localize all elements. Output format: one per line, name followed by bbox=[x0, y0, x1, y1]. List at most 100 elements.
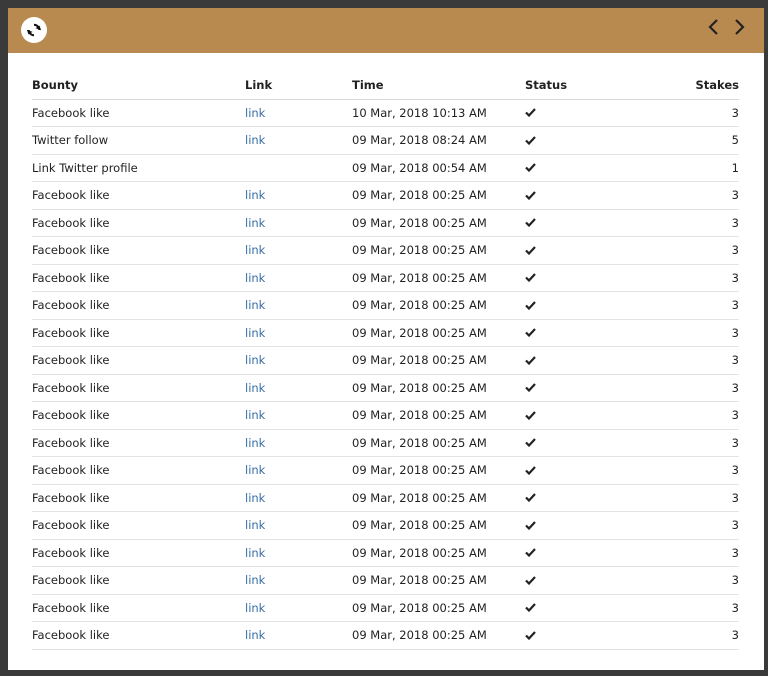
time-cell: 09 Mar, 2018 00:25 AM bbox=[352, 291, 525, 320]
stakes-cell: 3 bbox=[629, 456, 739, 485]
table-row: Facebook like link 09 Mar, 2018 00:25 AM 3 bbox=[32, 456, 739, 485]
status-cell bbox=[525, 594, 629, 622]
check-icon bbox=[525, 631, 629, 640]
time-cell: 09 Mar, 2018 00:25 AM bbox=[352, 539, 525, 567]
stakes-cell: 3 bbox=[629, 209, 739, 237]
link-cell: link bbox=[245, 401, 352, 430]
time-cell: 09 Mar, 2018 00:25 AM bbox=[352, 594, 525, 622]
bounty-link[interactable]: link bbox=[245, 326, 265, 340]
time-cell: 09 Mar, 2018 00:25 AM bbox=[352, 566, 525, 595]
check-icon bbox=[525, 411, 629, 420]
bounty-cell: Facebook like bbox=[32, 209, 245, 237]
time-cell: 09 Mar, 2018 00:54 AM bbox=[352, 154, 525, 182]
status-cell bbox=[525, 374, 629, 402]
stakes-cell: 3 bbox=[629, 181, 739, 210]
check-icon bbox=[525, 163, 629, 173]
bounty-panel: Bounty Link Time Status Stakes Facebook … bbox=[8, 8, 764, 670]
bounty-link[interactable]: link bbox=[245, 271, 265, 285]
table-row: Facebook like link 09 Mar, 2018 00:25 AM 3 bbox=[32, 291, 739, 320]
check-icon bbox=[525, 301, 629, 310]
bounty-cell: Link Twitter profile bbox=[32, 154, 245, 182]
stakes-cell: 3 bbox=[629, 621, 739, 650]
bounty-link[interactable]: link bbox=[245, 518, 265, 532]
stakes-cell: 3 bbox=[629, 484, 739, 512]
header-time: Time bbox=[352, 71, 525, 100]
bounty-cell: Facebook like bbox=[32, 99, 245, 127]
bounty-link[interactable]: link bbox=[245, 628, 265, 642]
status-cell bbox=[525, 209, 629, 237]
check-icon bbox=[525, 521, 629, 530]
table-row: Facebook like link 09 Mar, 2018 00:25 AM 3 bbox=[32, 511, 739, 540]
bounty-cell: Facebook like bbox=[32, 374, 245, 402]
link-cell bbox=[245, 154, 352, 182]
stakes-cell: 3 bbox=[629, 99, 739, 127]
previous-page-button[interactable] bbox=[703, 16, 723, 38]
check-icon bbox=[525, 356, 629, 365]
check-icon bbox=[525, 136, 629, 145]
bounty-link[interactable]: link bbox=[245, 601, 265, 615]
table-header-row: Bounty Link Time Status Stakes bbox=[32, 71, 739, 100]
stakes-cell: 3 bbox=[629, 319, 739, 347]
bounty-link[interactable]: link bbox=[245, 408, 265, 422]
bounty-link[interactable]: link bbox=[245, 546, 265, 560]
bounty-link[interactable]: link bbox=[245, 463, 265, 477]
bounty-link[interactable]: link bbox=[245, 491, 265, 505]
link-cell: link bbox=[245, 594, 352, 622]
refresh-button[interactable] bbox=[21, 17, 47, 43]
header-stakes: Stakes bbox=[629, 71, 739, 100]
bounty-table: Bounty Link Time Status Stakes Facebook … bbox=[32, 71, 739, 650]
table-row: Facebook like link 09 Mar, 2018 00:25 AM 3 bbox=[32, 621, 739, 650]
status-cell bbox=[525, 99, 629, 127]
bounty-link[interactable]: link bbox=[245, 436, 265, 450]
table-row: Facebook like link 09 Mar, 2018 00:25 AM 3 bbox=[32, 539, 739, 567]
time-cell: 09 Mar, 2018 00:25 AM bbox=[352, 346, 525, 375]
link-cell: link bbox=[245, 456, 352, 485]
bounty-link[interactable]: link bbox=[245, 243, 265, 257]
link-cell: link bbox=[245, 209, 352, 237]
time-cell: 09 Mar, 2018 00:25 AM bbox=[352, 319, 525, 347]
stakes-cell: 1 bbox=[629, 154, 739, 182]
bounty-cell: Facebook like bbox=[32, 456, 245, 485]
time-cell: 10 Mar, 2018 10:13 AM bbox=[352, 99, 525, 127]
table-row: Link Twitter profile 09 Mar, 2018 00:54 A… bbox=[32, 154, 739, 182]
status-cell bbox=[525, 511, 629, 540]
stakes-cell: 3 bbox=[629, 594, 739, 622]
bounty-link[interactable]: link bbox=[245, 298, 265, 312]
link-cell: link bbox=[245, 291, 352, 320]
time-cell: 09 Mar, 2018 00:25 AM bbox=[352, 264, 525, 292]
status-cell bbox=[525, 566, 629, 595]
status-cell bbox=[525, 236, 629, 265]
link-cell: link bbox=[245, 566, 352, 595]
check-icon bbox=[525, 273, 629, 283]
bounty-link[interactable]: link bbox=[245, 188, 265, 202]
stakes-cell: 3 bbox=[629, 566, 739, 595]
bounty-link[interactable]: link bbox=[245, 133, 265, 147]
check-icon bbox=[525, 246, 629, 255]
link-cell: link bbox=[245, 181, 352, 210]
header-status: Status bbox=[525, 71, 629, 100]
table-row: Twitter follow link 09 Mar, 2018 08:24 AM 5 bbox=[32, 126, 739, 155]
bounty-link[interactable]: link bbox=[245, 381, 265, 395]
bounty-cell: Twitter follow bbox=[32, 126, 245, 155]
bounty-link[interactable]: link bbox=[245, 573, 265, 587]
time-cell: 09 Mar, 2018 08:24 AM bbox=[352, 126, 525, 155]
table-row: Facebook like link 09 Mar, 2018 00:25 AM 3 bbox=[32, 236, 739, 265]
link-cell: link bbox=[245, 539, 352, 567]
stakes-cell: 3 bbox=[629, 539, 739, 567]
bounty-link[interactable]: link bbox=[245, 106, 265, 120]
time-cell: 09 Mar, 2018 00:25 AM bbox=[352, 236, 525, 265]
table-row: Facebook like link 09 Mar, 2018 00:25 AM 3 bbox=[32, 401, 739, 430]
check-icon bbox=[525, 466, 629, 475]
time-cell: 09 Mar, 2018 00:25 AM bbox=[352, 374, 525, 402]
table-row: Facebook like link 09 Mar, 2018 00:25 AM 3 bbox=[32, 566, 739, 595]
status-cell bbox=[525, 181, 629, 210]
link-cell: link bbox=[245, 99, 352, 127]
next-page-button[interactable] bbox=[730, 16, 750, 38]
stakes-cell: 3 bbox=[629, 511, 739, 540]
bounty-link[interactable]: link bbox=[245, 216, 265, 230]
status-cell bbox=[525, 126, 629, 155]
status-cell bbox=[525, 154, 629, 182]
bounty-link[interactable]: link bbox=[245, 353, 265, 367]
link-cell: link bbox=[245, 374, 352, 402]
check-icon bbox=[525, 383, 629, 393]
